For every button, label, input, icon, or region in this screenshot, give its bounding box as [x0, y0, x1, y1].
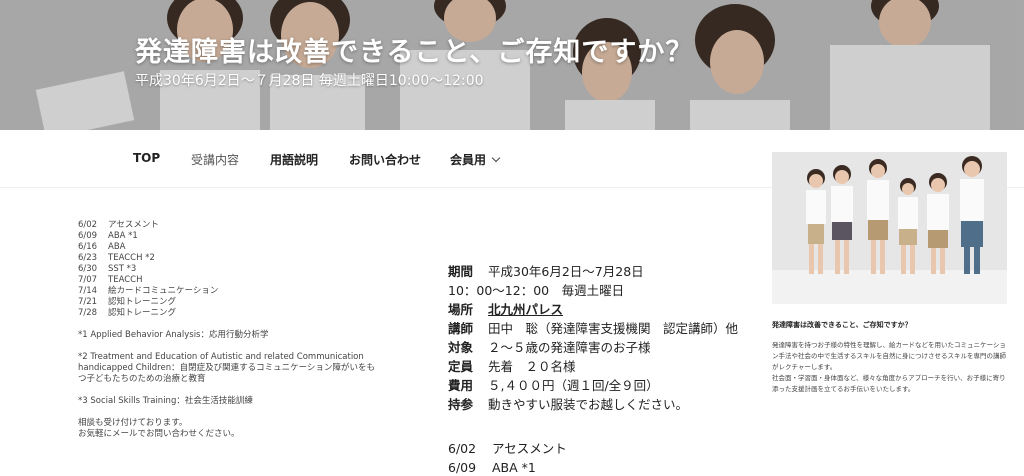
sidebar-title: 発達障害は改善できること、ご存知ですか？ — [772, 321, 912, 329]
detail-value: ２～５歳の発達障害のお子様 — [488, 340, 651, 355]
sidebar: 発達障害は改善できること、ご存知ですか？ 発達障害を持つお子様の特性を理解し、絵… — [772, 152, 1007, 395]
detail-row-period: 期間 平成30年6月2日～7月28日 — [448, 262, 768, 281]
list-item: 6/16 ABA — [78, 242, 408, 253]
detail-key: 対象 — [448, 340, 474, 355]
footnote-aba: *1 Applied Behavior Analysis：応用行動分析学 — [78, 330, 269, 340]
small-schedule-section: 6/02 アセスメント 6/09 ABA *1 6/16 ABA 6/23 TEACCH… — [78, 220, 408, 440]
schedule-date: 6/09 — [448, 460, 477, 475]
schedule-date: 7/14 — [78, 286, 98, 296]
venue-link[interactable]: 北九州パレス — [488, 302, 563, 317]
detail-row-bring: 持参 動きやすい服装でお越しください。 — [448, 395, 768, 414]
list-item: 7/14 絵カードコミュニケーション — [78, 286, 408, 297]
schedule-topic: 絵カードコミュニケーション — [108, 286, 219, 296]
detail-row-capacity: 定員 先着 ２０名様 — [448, 357, 768, 376]
footnote-teacch: *2 Treatment and Education of Autistic a… — [78, 352, 375, 384]
detail-key: 費用 — [448, 378, 474, 393]
detail-value: 田中 聡（発達障害支援機関 認定講師）他 — [488, 321, 739, 336]
schedule-topic: SST *3 — [108, 264, 137, 274]
list-item: 7/07 TEACCH — [78, 275, 408, 286]
list-item: 6/23 TEACCH *2 — [78, 253, 408, 264]
schedule-date: 6/02 — [78, 220, 98, 230]
schedule-topic: アセスメント — [492, 441, 567, 456]
chevron-down-icon — [491, 153, 501, 163]
detail-key: 講師 — [448, 321, 474, 336]
schedule-topic: 認知トレーニング — [108, 308, 177, 318]
nav-item-top[interactable]: TOP — [133, 151, 160, 165]
sidebar-paragraph-1: 発達障害を持つお子様の特性を理解し、絵カードなどを用いたコミュニケーション手法や… — [772, 341, 1006, 371]
sidebar-children-photo — [772, 152, 1007, 304]
schedule-topic: アセスメント — [108, 220, 159, 230]
list-item: 6/02 アセスメント — [78, 220, 408, 231]
schedule-date: 6/23 — [78, 253, 98, 263]
detail-key: 持参 — [448, 397, 474, 412]
detail-value: 先着 ２０名様 — [488, 359, 576, 374]
detail-row-fee: 費用 ５,４００円（週１回/全９回） — [448, 376, 768, 395]
detail-key: 期間 — [448, 264, 474, 279]
hero-subtitle: 平成30年6月2日～７月28日 毎週土曜日10:00～12:00 — [135, 73, 484, 89]
course-details: 期間 平成30年6月2日～7月28日 10：00～12：00 毎週土曜日 場所 北九… — [448, 262, 768, 414]
sidebar-paragraph-2: 社会面・学習面・身体面など、様々な角度からアプローチを行い、お子様に寄り添った支… — [772, 374, 1006, 393]
list-item: 6/09 ABA *1 — [448, 458, 567, 476]
list-item: 6/09 ABA *1 — [78, 231, 408, 242]
footnote-sst: *3 Social Skills Training：社会生活技能訓練 — [78, 396, 253, 406]
hero-banner: 発達障害は改善できること、ご存知ですか？ 平成30年6月2日～７月28日 毎週土… — [0, 0, 1024, 130]
nav-item-glossary[interactable]: 用語説明 — [270, 151, 318, 168]
schedule-topic: 認知トレーニング — [108, 297, 177, 307]
hero-title: 発達障害は改善できること、ご存知ですか？ — [135, 37, 694, 68]
list-item: 7/28 認知トレーニング — [78, 308, 408, 319]
detail-key: 定員 — [448, 359, 474, 374]
small-schedule-list: 6/02 アセスメント 6/09 ABA *1 6/16 ABA 6/23 TEACCH… — [78, 220, 408, 319]
schedule-date: 7/07 — [78, 275, 98, 285]
contact-note-line1: 相談も受け付けております。 — [78, 418, 188, 428]
list-item: 6/02 アセスメント — [448, 439, 567, 458]
schedule-topic: TEACCH *2 — [108, 253, 155, 263]
sidebar-paragraph: 発達障害を持つお子様の特性を理解し、絵カードなどを用いたコミュニケーション手法や… — [772, 340, 1007, 395]
detail-row-lecturer: 講師 田中 聡（発達障害支援機関 認定講師）他 — [448, 319, 768, 338]
detail-value: 動きやすい服装でお越しください。 — [488, 397, 689, 412]
schedule-date: 6/16 — [78, 242, 98, 252]
list-item: 7/21 認知トレーニング — [78, 297, 408, 308]
schedule-date: 6/30 — [78, 264, 98, 274]
detail-value: 10：00～12：00 毎週土曜日 — [448, 283, 625, 298]
detail-value: 平成30年6月2日～7月28日 — [488, 264, 644, 279]
schedule-topic: ABA *1 — [108, 231, 138, 241]
detail-key: 場所 — [448, 302, 474, 317]
schedule-date: 6/02 — [448, 441, 477, 456]
schedule-topic: TEACCH — [108, 275, 143, 285]
detail-value: ５,４００円（週１回/全９回） — [488, 378, 659, 393]
contact-note: 相談も受け付けております。 お気軽にメールでお問い合わせください。 — [78, 418, 408, 440]
contact-note-line2: お気軽にメールでお問い合わせください。 — [78, 429, 240, 439]
schedule-date: 7/28 — [78, 308, 98, 318]
large-schedule-list: 6/02 アセスメント 6/09 ABA *1 — [448, 439, 567, 476]
nav-item-contact[interactable]: お問い合わせ — [349, 151, 421, 168]
detail-row-target: 対象 ２～５歳の発達障害のお子様 — [448, 338, 768, 357]
list-item: 6/30 SST *3 — [78, 264, 408, 275]
schedule-topic: ABA *1 — [492, 460, 536, 475]
detail-row-time: 10：00～12：00 毎週土曜日 — [448, 281, 768, 300]
schedule-date: 6/09 — [78, 231, 98, 241]
schedule-topic: ABA — [108, 242, 126, 252]
detail-row-venue: 場所 北九州パレス — [448, 300, 768, 319]
nav-item-members[interactable]: 会員用 — [450, 151, 501, 168]
nav-item-course-content[interactable]: 受講内容 — [191, 151, 239, 168]
schedule-date: 7/21 — [78, 297, 98, 307]
nav-item-members-label: 会員用 — [450, 153, 487, 167]
